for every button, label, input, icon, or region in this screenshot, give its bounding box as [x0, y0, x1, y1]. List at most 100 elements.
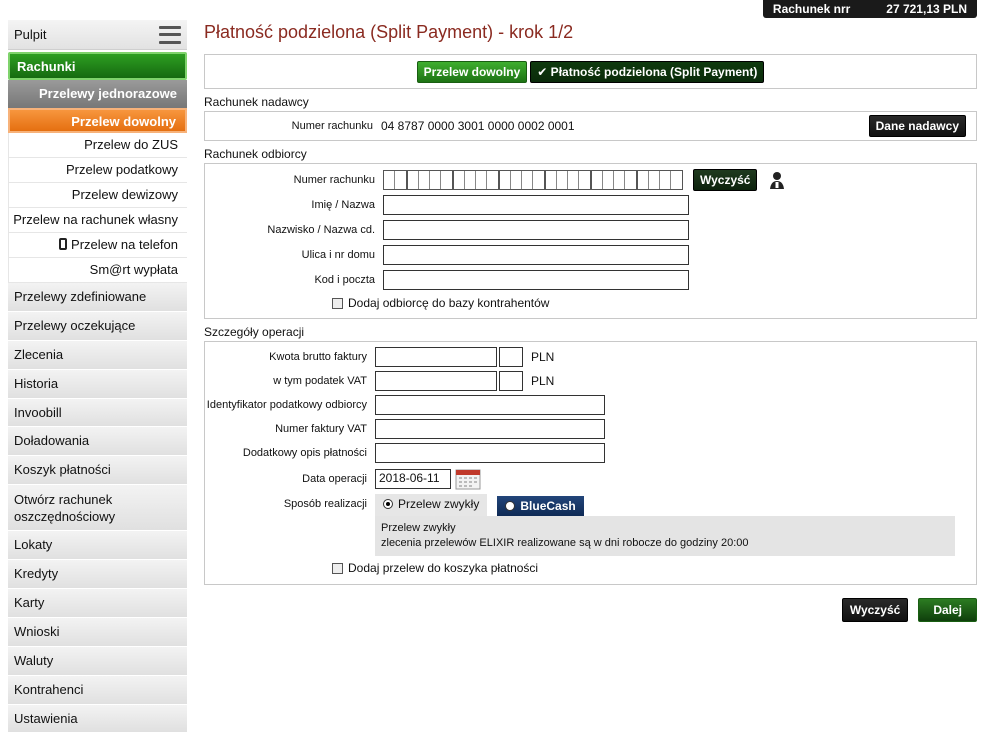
page-title: Płatność podzielona (Split Payment) - kr… [204, 22, 574, 42]
recipient-name-input[interactable] [383, 194, 689, 215]
clear-form-button[interactable]: Wyczyść [841, 598, 909, 622]
sidebar-item-kredyty[interactable]: Kredyty [8, 560, 187, 590]
invoice-label: Numer faktury VAT [275, 423, 367, 435]
sidebar-subitem-przelew-dewizowy[interactable]: Przelew dewizowy [8, 183, 187, 208]
sidebar-item-koszyk-platnosci[interactable]: Koszyk płatności [8, 456, 187, 486]
contractor-picker-icon[interactable] [767, 170, 787, 190]
sidebar-subitem-przelew-telefon[interactable]: Przelew na telefon [8, 233, 187, 258]
recipient-account-label: Numer rachunku [293, 173, 375, 186]
realization-panel: Przelew zwykły BlueCash Przelew zwykły z… [375, 494, 955, 556]
realization-info: Przelew zwykły zlecenia przelewów ELIXIR… [375, 516, 955, 556]
sidebar-subitem-smart-wyplata[interactable]: Sm@rt wypłata [8, 258, 187, 283]
field-label: Nazwisko / Nazwa cd. [267, 223, 375, 236]
section-title-odbiorca: Rachunek odbiorcy [204, 147, 307, 161]
sidebar-item-historia[interactable]: Historia [8, 369, 187, 399]
sidebar-item-doladowania[interactable]: Doładowania [8, 427, 187, 457]
amount-currency: PLN [531, 350, 555, 364]
add-contractor-row[interactable]: Dodaj odbiorcę do bazy kontrahentów [205, 292, 976, 314]
account-label: Rachunek nrr [772, 2, 851, 16]
recipient-name-row: Imię / Nazwa [205, 192, 976, 217]
date-row: Data operacji 2018-06-11 [205, 465, 976, 493]
tax-id-input[interactable] [375, 395, 605, 415]
amount-label: Kwota brutto faktury [269, 351, 367, 363]
description-label: Dodatkowy opis płatności [242, 447, 367, 459]
details-box: Kwota brutto faktury PLN w tym podatek V… [204, 341, 977, 585]
sidebar-item-rachunki[interactable]: Rachunki [8, 52, 187, 80]
phone-icon [59, 238, 68, 250]
realization-info-text: zlecenia przelewów ELIXIR realizowane są… [381, 537, 749, 549]
tab-przelew-dowolny[interactable]: Przelew dowolny [416, 60, 528, 83]
sidebar-subitem-przelew-zus[interactable]: Przelew do ZUS [8, 133, 187, 158]
sidebar-item-ustawienia[interactable]: Ustawienia [8, 704, 187, 734]
tax-id-row: Identyfikator podatkowy odbiorcy [205, 393, 976, 417]
vat-input[interactable] [375, 371, 497, 391]
recipient-postcode-row: Kod i poczta [205, 267, 976, 292]
sidebar-subitem-przelew-podatkowy[interactable]: Przelew podatkowy [8, 158, 187, 183]
radio-bluecash[interactable] [505, 501, 516, 511]
option-przelew-zwykly[interactable]: Przelew zwykły [375, 494, 488, 516]
sidebar-subitem-przelew-dowolny[interactable]: Przelew dowolny [8, 108, 187, 133]
date-input[interactable]: 2018-06-11 [375, 469, 451, 489]
vat-currency: PLN [531, 374, 555, 388]
recipient-street-row: Ulica i nr domu [205, 242, 976, 267]
date-label: Data operacji [302, 473, 367, 485]
account-digits-input-3[interactable] [453, 169, 499, 190]
account-digits-input-1[interactable] [383, 169, 407, 190]
sidebar-item-label: Przelew na telefon [71, 237, 178, 252]
add-basket-row[interactable]: Dodaj przelew do koszyka płatności [205, 556, 976, 580]
sender-account-label: Numer rachunku [291, 120, 373, 132]
main-content: Płatność podzielona (Split Payment) - kr… [204, 20, 977, 622]
vat-cents-input[interactable] [499, 371, 523, 391]
clear-recipient-button[interactable]: Wyczyść [693, 168, 758, 191]
next-button[interactable]: Dalej [918, 598, 977, 622]
sender-data-button[interactable]: Dane nadawcy [868, 115, 966, 137]
sender-account-number: 04 8787 0000 3001 0000 0002 0001 [381, 119, 575, 133]
sidebar-item-przelewy-zdefiniowane[interactable]: Przelewy zdefiniowane [8, 283, 187, 312]
sidebar-item-pulpit[interactable]: Pulpit [8, 20, 187, 50]
amount-row: Kwota brutto faktury PLN [205, 345, 976, 369]
add-basket-checkbox[interactable] [332, 562, 343, 574]
account-digits-input-7[interactable] [637, 169, 683, 190]
realization-row: Sposób realizacji Przelew zwykły BlueCas… [205, 494, 976, 556]
sidebar-item-zlecenia[interactable]: Zlecenia [8, 340, 187, 370]
sidebar-item-waluty[interactable]: Waluty [8, 646, 187, 676]
add-basket-label: Dodaj przelew do koszyka płatności [348, 561, 539, 575]
sidebar-item-wnioski[interactable]: Wnioski [8, 617, 187, 647]
section-title-szczegoly: Szczegóły operacji [204, 325, 305, 339]
add-contractor-label: Dodaj odbiorcę do bazy kontrahentów [348, 296, 550, 310]
tab-split-payment[interactable]: ✔ Płatność podzielona (Split Payment) [530, 60, 765, 83]
menu-icon[interactable] [159, 25, 181, 44]
description-input[interactable] [375, 443, 605, 463]
sidebar-item-label: Pulpit [14, 27, 47, 42]
sender-account-box: Numer rachunku 04 8787 0000 3001 0000 00… [204, 111, 977, 141]
account-balance-bar[interactable]: Rachunek nrr 27 721,13 PLN [762, 0, 977, 18]
radio-przelew-zwykly[interactable] [383, 499, 393, 509]
sidebar-item-otworz-rachunek[interactable]: Otwórz rachunek oszczędnościowy [8, 485, 187, 532]
realization-info-title: Przelew zwykły [381, 522, 456, 534]
amount-cents-input[interactable] [499, 347, 523, 367]
sidebar-item-karty[interactable]: Karty [8, 589, 187, 618]
invoice-input[interactable] [375, 419, 605, 439]
calendar-icon[interactable] [455, 468, 481, 490]
recipient-surname-input[interactable] [383, 219, 689, 240]
recipient-street-input[interactable] [383, 244, 689, 265]
recipient-postcode-input[interactable] [383, 269, 689, 290]
sidebar-item-invoobill[interactable]: Invoobill [8, 398, 187, 428]
vat-row: w tym podatek VAT PLN [205, 369, 976, 393]
sidebar-subitem-przelew-rachunek-wlasny[interactable]: Przelew na rachunek własny [8, 208, 187, 233]
amount-input[interactable] [375, 347, 497, 367]
sidebar-item-kontrahenci[interactable]: Kontrahenci [8, 675, 187, 705]
account-digits-input-6[interactable] [591, 169, 637, 190]
realization-label: Sposób realizacji [283, 498, 367, 510]
sidebar-item-przelewy-jednorazowe[interactable]: Przelewy jednorazowe [8, 80, 187, 108]
account-digits-input-2[interactable] [407, 169, 453, 190]
add-contractor-checkbox[interactable] [332, 297, 343, 309]
account-digits-input-4[interactable] [499, 169, 545, 190]
field-label: Kod i poczta [314, 273, 375, 286]
sidebar-item-przelewy-oczekujace[interactable]: Przelewy oczekujące [8, 311, 187, 341]
recipient-surname-row: Nazwisko / Nazwa cd. [205, 217, 976, 242]
sidebar-item-lokaty[interactable]: Lokaty [8, 531, 187, 561]
account-digits-input-5[interactable] [545, 169, 591, 190]
tax-id-label: Identyfikator podatkowy odbiorcy [206, 399, 367, 411]
option-bluecash[interactable]: BlueCash [497, 496, 584, 516]
